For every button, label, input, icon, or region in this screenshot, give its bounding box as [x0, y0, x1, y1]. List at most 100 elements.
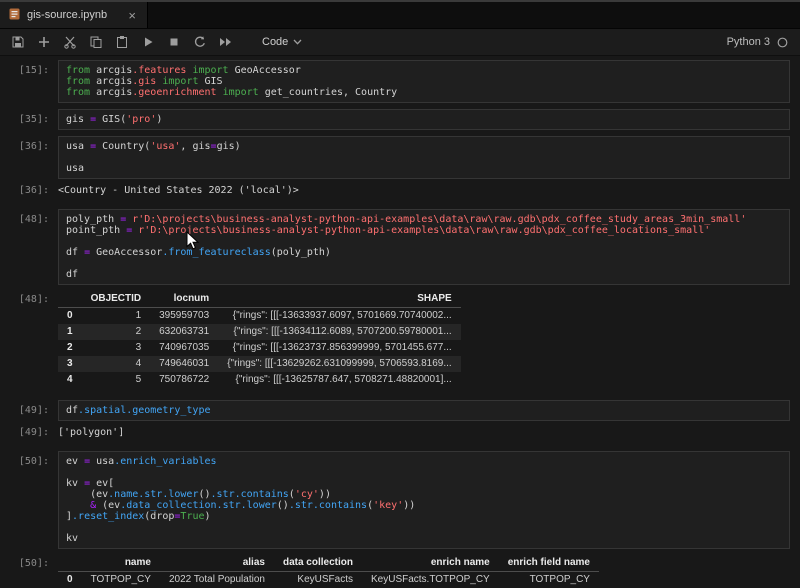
table-cell: 1: [82, 308, 151, 325]
code-cell: [48]: poly_pth = r'D:\projects\business-a…: [0, 209, 800, 285]
table-cell: {"rings": [[[-13623737.856399999, 570145…: [218, 340, 461, 356]
cell-prompt: [49]:: [0, 400, 58, 421]
restart-kernel-button[interactable]: [190, 33, 210, 51]
output-table: namealiasdata collectionenrich nameenric…: [58, 555, 599, 588]
table-row: 12632063731{"rings": [[[-13634112.6089, …: [58, 324, 461, 340]
table-header-cell: OBJECTID: [82, 291, 151, 308]
table-cell: 632063731: [150, 324, 218, 340]
restart-run-all-button[interactable]: [216, 33, 236, 51]
code-cell: [35]: gis = GIS('pro'): [0, 109, 800, 130]
code-editor[interactable]: gis = GIS('pro'): [58, 109, 790, 130]
output-text: <Country - United States 2022 ('local')>: [58, 185, 299, 197]
table-row: 45750786722{"rings": [[[-13625787.647, 5…: [58, 372, 461, 388]
table-cell: 395959703: [150, 308, 218, 325]
table-cell: KeyUSFacts.TOTPOP_CY: [362, 572, 499, 588]
code-editor[interactable]: from arcgis.features import GeoAccessorf…: [58, 60, 790, 103]
code-line: [66, 467, 782, 478]
code-line: point_pth = r'D:\projects\business-analy…: [66, 225, 782, 236]
output-cell: [48]:OBJECTIDlocnumSHAPE01395959703{"rin…: [0, 291, 800, 388]
code-line: usa: [66, 163, 782, 174]
table-header-cell: locnum: [150, 291, 218, 308]
cell-prompt: [48]:: [0, 291, 58, 388]
table-cell: 4: [82, 356, 151, 372]
cell-prompt: [36]:: [0, 185, 58, 197]
code-line: & (ev.data_collection.str.lower().str.co…: [66, 500, 782, 511]
table-header-cell: [58, 291, 82, 308]
code-cell: [50]:ev = usa.enrich_variables kv = ev[ …: [0, 451, 800, 549]
cell-prompt: [50]:: [0, 451, 58, 549]
cut-cells-button[interactable]: [60, 33, 80, 51]
code-line: gis = GIS('pro'): [66, 114, 782, 125]
code-line: [66, 236, 782, 247]
code-line: kv: [66, 533, 782, 544]
table-row: 23740967035{"rings": [[[-13623737.856399…: [58, 340, 461, 356]
row-index: 4: [58, 372, 82, 388]
chevron-down-icon: [293, 39, 302, 45]
code-cell: [49]:df.spatial.geometry_type: [0, 400, 800, 421]
code-editor[interactable]: ev = usa.enrich_variables kv = ev[ (ev.n…: [58, 451, 790, 549]
code-cell: [15]:from arcgis.features import GeoAcce…: [0, 60, 800, 103]
cell-type-dropdown[interactable]: Code: [256, 34, 308, 50]
code-editor[interactable]: poly_pth = r'D:\projects\business-analys…: [58, 209, 790, 285]
row-index: 1: [58, 324, 82, 340]
interrupt-kernel-button[interactable]: [164, 33, 184, 51]
kernel-status-icon: [777, 37, 788, 48]
table-cell: {"rings": [[[-13625787.647, 5708271.4882…: [218, 372, 461, 388]
save-button[interactable]: [8, 33, 28, 51]
code-line: from arcgis.geoenrichment import get_cou…: [66, 87, 782, 98]
code-line: [66, 258, 782, 269]
table-cell: KeyUSFacts: [274, 572, 362, 588]
tab-title: gis-source.ipynb: [27, 9, 119, 21]
code-line: (ev.name.str.lower().str.contains('cy')): [66, 489, 782, 500]
table-header-cell: [58, 555, 82, 572]
row-index: 0: [58, 308, 82, 325]
table-cell: 5: [82, 372, 151, 388]
copy-cells-button[interactable]: [86, 33, 106, 51]
output-cell: [49]:['polygon']: [0, 427, 800, 439]
table-header-cell: SHAPE: [218, 291, 461, 308]
notebook: [15]:from arcgis.features import GeoAcce…: [0, 56, 800, 588]
tab-gis-source[interactable]: gis-source.ipynb ×: [0, 2, 148, 28]
table-header-cell: enrich field name: [499, 555, 599, 572]
kernel-name[interactable]: Python 3: [727, 36, 770, 48]
cell-prompt: [50]:: [0, 555, 58, 588]
code-line: [66, 522, 782, 533]
code-editor[interactable]: usa = Country('usa', gis=gis) usa: [58, 136, 790, 179]
add-cell-button[interactable]: [34, 33, 54, 51]
code-line: usa = Country('usa', gis=gis): [66, 141, 782, 152]
code-line: df: [66, 269, 782, 280]
table-header-cell: data collection: [274, 555, 362, 572]
code-cell: [36]:usa = Country('usa', gis=gis) usa: [0, 136, 800, 179]
output-text: ['polygon']: [58, 427, 124, 439]
code-line: from arcgis.gis import GIS: [66, 76, 782, 87]
row-index: 0: [58, 572, 82, 588]
code-line: poly_pth = r'D:\projects\business-analys…: [66, 214, 782, 225]
table-cell: 2022 Total Population: [160, 572, 274, 588]
table-header-cell: name: [82, 555, 160, 572]
code-line: kv = ev[: [66, 478, 782, 489]
table-row: 0TOTPOP_CY2022 Total PopulationKeyUSFact…: [58, 572, 599, 588]
cell-prompt: [48]:: [0, 209, 58, 285]
table-cell: {"rings": [[[-13629262.631099999, 570659…: [218, 356, 461, 372]
table-cell: {"rings": [[[-13634112.6089, 5707200.597…: [218, 324, 461, 340]
table-header-cell: enrich name: [362, 555, 499, 572]
code-editor[interactable]: df.spatial.geometry_type: [58, 400, 790, 421]
table-cell: 740967035: [150, 340, 218, 356]
cell-prompt: [35]:: [0, 109, 58, 130]
output-cell: [50]:namealiasdata collectionenrich name…: [0, 555, 800, 588]
run-button[interactable]: [138, 33, 158, 51]
table-cell: 749646031: [150, 356, 218, 372]
table-cell: TOTPOP_CY: [499, 572, 599, 588]
code-line: ev = usa.enrich_variables: [66, 456, 782, 467]
notebook-toolbar: Code Python 3: [0, 29, 800, 56]
table-cell: 2: [82, 324, 151, 340]
table-row: 01395959703{"rings": [[[-13633937.6097, …: [58, 308, 461, 325]
cell-prompt: [36]:: [0, 136, 58, 179]
notebook-file-icon: [9, 8, 20, 23]
table-cell: TOTPOP_CY: [82, 572, 160, 588]
paste-cells-button[interactable]: [112, 33, 132, 51]
table-cell: 750786722: [150, 372, 218, 388]
tab-close-icon[interactable]: ×: [126, 9, 138, 22]
row-index: 3: [58, 356, 82, 372]
table-header-cell: alias: [160, 555, 274, 572]
